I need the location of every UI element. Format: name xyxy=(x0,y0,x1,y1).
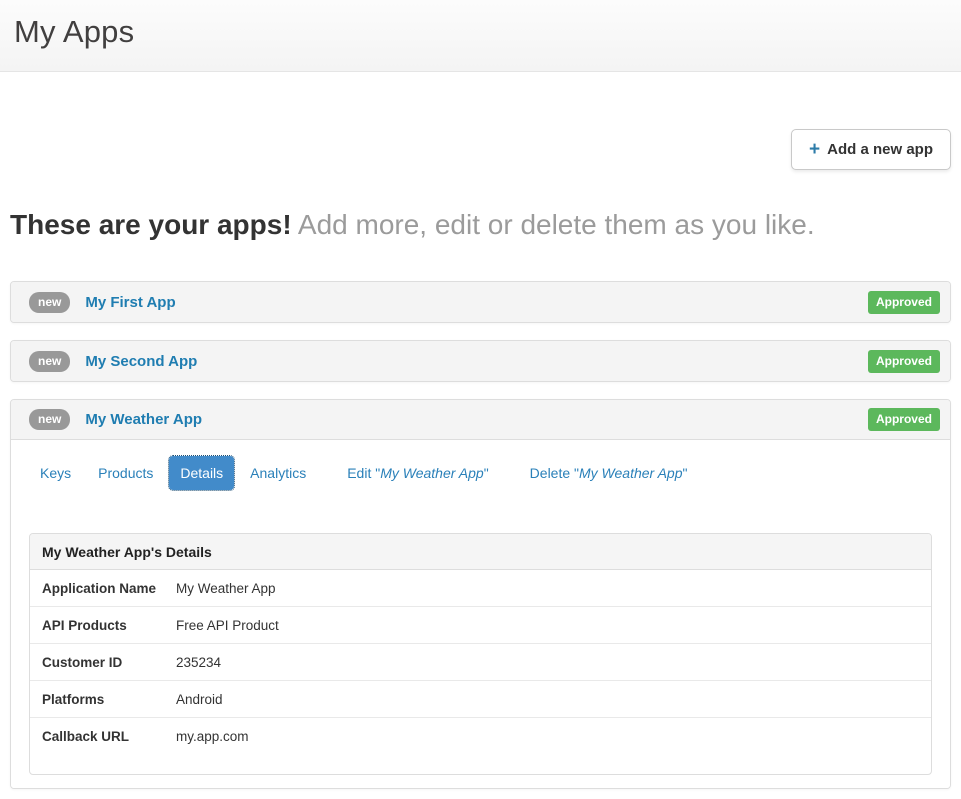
details-row-callback-url: Callback URL my.app.com xyxy=(30,718,931,754)
app-panel-header[interactable]: new My Second App Approved xyxy=(11,341,950,381)
details-label: Application Name xyxy=(42,581,176,596)
details-value: My Weather App xyxy=(176,581,276,596)
delete-label-suffix: " xyxy=(683,465,688,481)
new-badge: new xyxy=(29,292,70,313)
edit-app-name: My Weather App xyxy=(380,465,484,481)
details-value: my.app.com xyxy=(176,729,249,744)
plus-icon: + xyxy=(809,143,820,157)
details-row-platforms: Platforms Android xyxy=(30,681,931,718)
delete-app-name: My Weather App xyxy=(579,465,683,481)
edit-label-prefix: Edit " xyxy=(347,465,380,481)
app-tabs: Keys Products Details Analytics Edit "My… xyxy=(29,456,932,490)
status-badge: Approved xyxy=(868,408,940,431)
details-row-application-name: Application Name My Weather App xyxy=(30,570,931,607)
add-new-app-label: Add a new app xyxy=(827,141,933,158)
page-title: My Apps xyxy=(14,14,947,50)
tab-keys[interactable]: Keys xyxy=(29,456,82,490)
details-value: 235234 xyxy=(176,655,221,670)
tab-analytics[interactable]: Analytics xyxy=(239,456,317,490)
details-label: API Products xyxy=(42,618,176,633)
tab-delete-app[interactable]: Delete "My Weather App" xyxy=(519,456,699,490)
details-label: Customer ID xyxy=(42,655,176,670)
tab-edit-app[interactable]: Edit "My Weather App" xyxy=(336,456,499,490)
app-panel-header[interactable]: new My Weather App Approved xyxy=(11,400,950,440)
details-row-api-products: API Products Free API Product xyxy=(30,607,931,644)
delete-label-prefix: Delete " xyxy=(530,465,579,481)
app-title-link[interactable]: My First App xyxy=(85,294,175,311)
page-header: My Apps xyxy=(0,0,961,72)
app-panel-header[interactable]: new My First App Approved xyxy=(11,282,950,322)
details-row-customer-id: Customer ID 235234 xyxy=(30,644,931,681)
edit-label-suffix: " xyxy=(484,465,489,481)
tab-details[interactable]: Details xyxy=(169,456,234,490)
status-badge: Approved xyxy=(868,291,940,314)
content: + Add a new app These are your apps! Add… xyxy=(0,129,961,789)
new-badge: new xyxy=(29,351,70,372)
app-title-link[interactable]: My Second App xyxy=(85,353,197,370)
app-panel-my-second-app: new My Second App Approved xyxy=(10,340,951,382)
app-details-card: My Weather App's Details Application Nam… xyxy=(29,533,932,775)
intro-heading: These are your apps! Add more, edit or d… xyxy=(10,208,951,241)
intro-subtext: Add more, edit or delete them as you lik… xyxy=(292,209,815,240)
app-panel-my-weather-app: new My Weather App Approved Keys Product… xyxy=(10,399,951,789)
app-panel-body: Keys Products Details Analytics Edit "My… xyxy=(11,440,950,788)
toolbar: + Add a new app xyxy=(10,129,951,170)
intro-emphasis: These are your apps! xyxy=(10,209,292,240)
tab-products[interactable]: Products xyxy=(87,456,164,490)
details-value: Android xyxy=(176,692,223,707)
status-badge: Approved xyxy=(868,350,940,373)
details-value: Free API Product xyxy=(176,618,279,633)
new-badge: new xyxy=(29,409,70,430)
details-label: Platforms xyxy=(42,692,176,707)
app-panel-my-first-app: new My First App Approved xyxy=(10,281,951,323)
details-card-title: My Weather App's Details xyxy=(30,534,931,570)
details-label: Callback URL xyxy=(42,729,176,744)
app-title-link[interactable]: My Weather App xyxy=(85,411,202,428)
add-new-app-button[interactable]: + Add a new app xyxy=(791,129,951,170)
